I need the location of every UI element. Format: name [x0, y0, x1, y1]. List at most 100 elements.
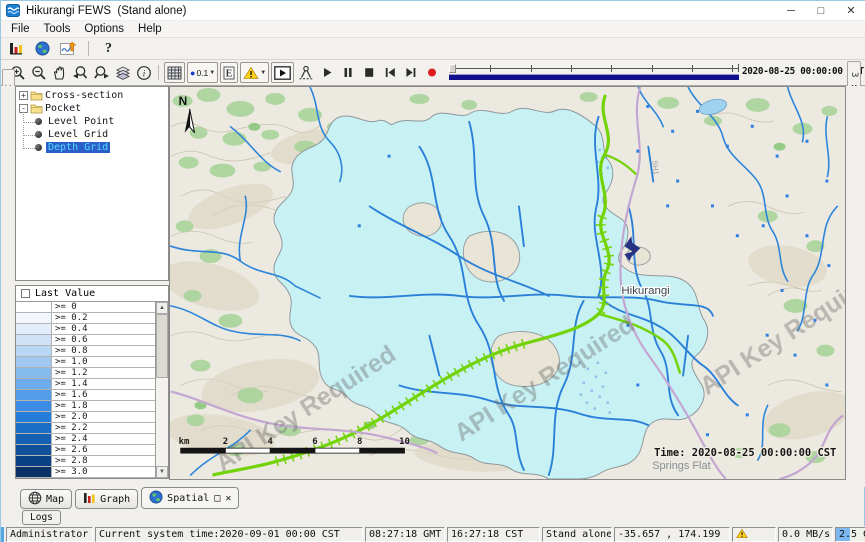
point-size-button[interactable]: ● 0.1 ▼: [187, 62, 218, 83]
measure-button[interactable]: [295, 63, 316, 83]
legend-row-label: >= 0.8: [52, 346, 155, 356]
pause-button[interactable]: [337, 63, 358, 83]
title-bar: Hikurangi FEWS (Stand alone) ─ □ ✕: [1, 1, 865, 21]
legend-row: >= 0.8: [16, 346, 155, 357]
scroll-thumb[interactable]: [156, 314, 168, 378]
legend-rows: >= 0>= 0.2>= 0.4>= 0.6>= 0.8>= 1.0>= 1.2…: [16, 302, 155, 478]
last-value-checkbox[interactable]: [21, 289, 30, 298]
measure-icon: [298, 65, 314, 81]
legend-color-swatch: [16, 324, 52, 334]
step-back-button[interactable]: [379, 63, 400, 83]
animation-button[interactable]: [271, 62, 294, 83]
tree-item-level-grid[interactable]: Level Grid: [16, 128, 168, 141]
minimize-button[interactable]: ─: [776, 1, 806, 20]
logs-tab[interactable]: Logs: [22, 510, 61, 525]
step-forward-button[interactable]: [400, 63, 421, 83]
maximize-button[interactable]: □: [806, 1, 836, 20]
play-icon: [320, 66, 334, 79]
legend-row-label: >= 2.4: [52, 434, 155, 444]
bottom-tab-bar: MapGraphSpatial□✕: [1, 487, 865, 510]
skip-start-icon: [383, 66, 397, 79]
map-display-button[interactable]: [32, 39, 53, 59]
hand-icon: [52, 65, 67, 81]
close-tab-icon[interactable]: ✕: [225, 493, 231, 504]
legend-row-label: >= 3.0: [52, 467, 155, 477]
legend-color-swatch: [16, 313, 52, 323]
tab-spatial[interactable]: Spatial□✕: [141, 487, 239, 509]
skip-end-icon: [404, 66, 418, 79]
town-label: Hikurangi: [621, 285, 669, 297]
pan-button[interactable]: [49, 63, 70, 83]
spatial-map[interactable]: SH1 Hikurangi Springs Flat API Key Requi…: [169, 86, 846, 480]
thresholds-button[interactable]: ▼: [240, 62, 269, 83]
tree-toggle-icon[interactable]: +: [19, 91, 28, 100]
labels-button[interactable]: E: [220, 62, 238, 83]
tab-graph[interactable]: Graph: [75, 489, 138, 509]
legend-row: >= 2.8: [16, 456, 155, 467]
close-button[interactable]: ✕: [836, 1, 865, 20]
tree-item-pocket[interactable]: -Pocket: [16, 102, 168, 115]
time-slider[interactable]: [449, 64, 739, 82]
status-alerts: [732, 527, 776, 542]
info-button[interactable]: i: [133, 63, 154, 83]
legend-row: >= 2.6: [16, 445, 155, 456]
legend-row: >= 1.2: [16, 368, 155, 379]
pause-icon: [341, 66, 355, 79]
scroll-up-icon[interactable]: ▲: [156, 302, 168, 314]
help-button[interactable]: ?: [98, 39, 119, 59]
legend-color-swatch: [16, 434, 52, 444]
zoom-previous-button[interactable]: [70, 63, 91, 83]
zoom-next-icon: [93, 65, 110, 81]
stop-button[interactable]: [358, 63, 379, 83]
legend-row: >= 1.4: [16, 379, 155, 390]
layer-node-icon: [35, 118, 42, 125]
tree-item-label: Cross-section: [43, 90, 125, 101]
menu-help[interactable]: Help: [131, 22, 169, 36]
movie-icon: [274, 66, 291, 80]
warning-icon: [736, 528, 748, 542]
play-button[interactable]: [316, 63, 337, 83]
menu-options[interactable]: Options: [77, 22, 131, 36]
status-text: Current system time:2020-09-01 00:00 CST: [99, 529, 340, 540]
database-button[interactable]: [6, 39, 27, 59]
legend-row-label: >= 1.2: [52, 368, 155, 378]
zoom-next-button[interactable]: [91, 63, 112, 83]
svg-text:4: 4: [268, 437, 273, 447]
legend-color-swatch: [16, 390, 52, 400]
status-bar: AdministratorCurrent system time:2020-09…: [1, 526, 865, 542]
scalar-display-button[interactable]: [58, 39, 79, 59]
tree-connector: [23, 112, 35, 123]
time-slider-thumb[interactable]: [449, 64, 456, 73]
menu-file[interactable]: File: [4, 22, 37, 36]
legend-row-label: >= 2.8: [52, 456, 155, 466]
legend-row: >= 0.6: [16, 335, 155, 346]
toolbar-separator: [158, 65, 159, 80]
menu-tools[interactable]: Tools: [37, 22, 78, 36]
tree-item-level-point[interactable]: Level Point: [16, 115, 168, 128]
float-view-icon[interactable]: □: [214, 493, 220, 504]
legend-color-swatch: [16, 368, 52, 378]
layer-node-icon: [35, 144, 42, 151]
svg-text:8: 8: [357, 437, 362, 447]
tree-connector: [23, 138, 35, 149]
legend-panel: Last Value >= 0>= 0.2>= 0.4>= 0.6>= 0.8>…: [15, 285, 169, 479]
scroll-down-icon[interactable]: ▼: [156, 466, 168, 478]
app-logo-icon: [6, 4, 20, 17]
legend-row: >= 2.2: [16, 423, 155, 434]
legend-row: >= 2.0: [16, 412, 155, 423]
legend-scrollbar[interactable]: ▲ ▼: [155, 302, 168, 478]
tree-item-cross-section[interactable]: + Cross-section: [16, 89, 168, 102]
tree-item-label: Level Point: [46, 116, 116, 127]
zoom-out-button[interactable]: [28, 63, 49, 83]
legend-row: >= 0.4: [16, 324, 155, 335]
current-map-datetime: 2020-08-25 00:00:00 CST: [742, 66, 864, 77]
grid-display-button[interactable]: [164, 62, 185, 83]
legend-color-swatch: [16, 357, 52, 367]
tab-map[interactable]: Map: [20, 489, 72, 509]
layers-button[interactable]: [112, 63, 133, 83]
map-toolbar: i ● 0.1 ▼ E ▼: [1, 60, 865, 86]
tree-item-depth-grid[interactable]: Depth Grid: [16, 141, 168, 154]
layers-panel: + Cross-section-PocketLevel PointLevel Gr…: [15, 86, 169, 487]
record-button[interactable]: [421, 63, 442, 83]
legend-color-swatch: [16, 346, 52, 356]
